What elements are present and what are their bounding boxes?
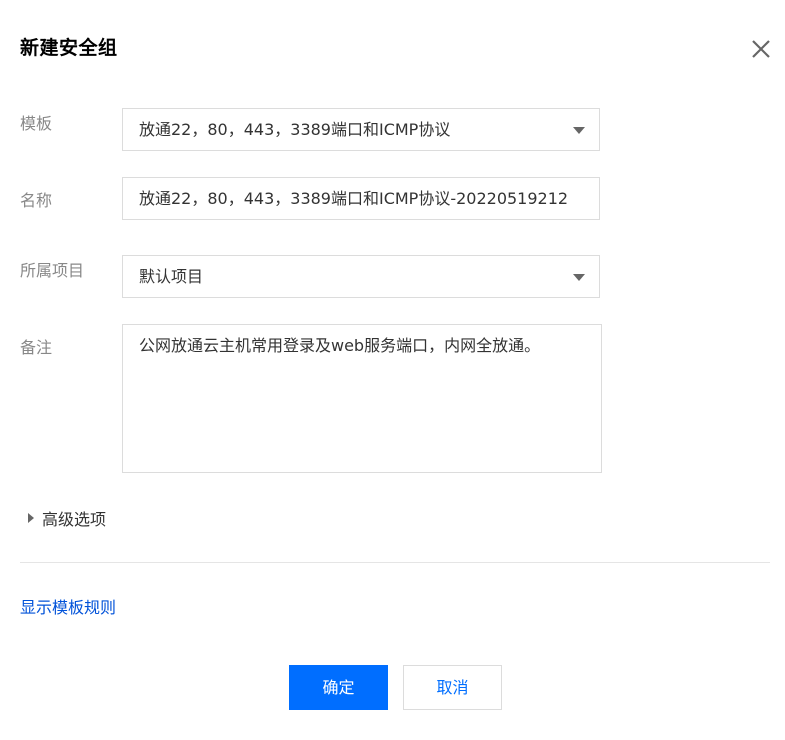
remark-textarea[interactable]: 公网放通云主机常用登录及web服务端口，内网全放通。 [122,324,602,473]
advanced-options-label: 高级选项 [42,510,107,529]
confirm-button[interactable]: 确定 [289,665,388,710]
template-value: 放通22，80，443，3389端口和ICMP协议 [139,120,451,139]
cancel-button[interactable]: 取消 [403,665,502,710]
name-value: 放通22，80，443，3389端口和ICMP协议-20220519212 [139,189,569,208]
chevron-down-icon [573,274,585,281]
name-label: 名称 [20,191,53,210]
close-icon[interactable] [750,38,772,60]
name-input[interactable]: 放通22，80，443，3389端口和ICMP协议-20220519212 [122,177,600,220]
caret-right-icon [28,513,34,523]
chevron-down-icon [573,127,585,134]
template-select[interactable]: 放通22，80，443，3389端口和ICMP协议 [122,108,600,151]
advanced-options-toggle[interactable]: 高级选项 [28,506,106,530]
divider [20,562,770,563]
project-value: 默认项目 [139,267,204,286]
remark-label: 备注 [20,338,53,357]
dialog-title: 新建安全组 [20,37,118,59]
show-template-rules-link[interactable]: 显示模板规则 [20,594,116,618]
create-security-group-dialog: 新建安全组 模板 放通22，80，443，3389端口和ICMP协议 名称 放通… [0,0,785,740]
project-select[interactable]: 默认项目 [122,255,600,298]
project-label: 所属项目 [20,261,85,280]
template-label: 模板 [20,114,53,133]
remark-value: 公网放通云主机常用登录及web服务端口，内网全放通。 [139,336,541,355]
